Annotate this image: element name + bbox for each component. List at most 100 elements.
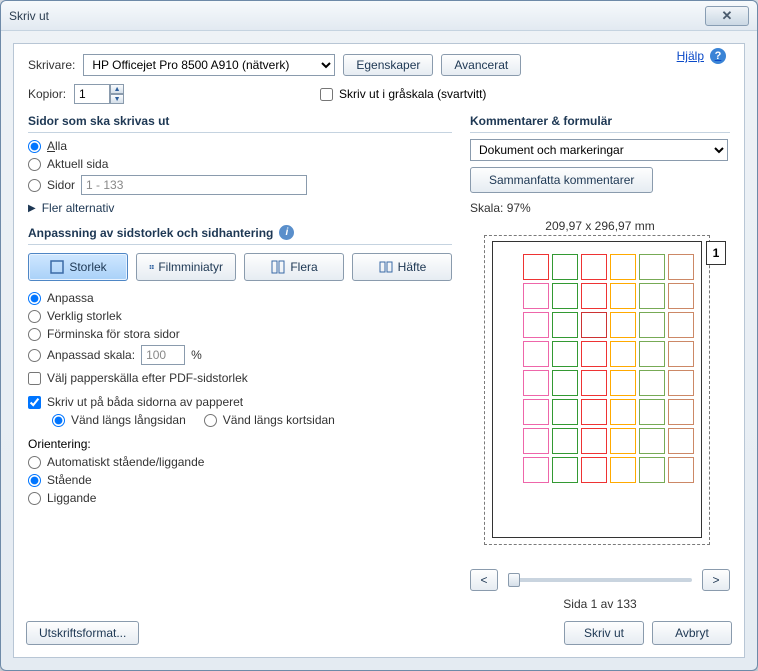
pages-range-radio[interactable] [28,179,41,192]
sizing-section-title: Anpassning av sidstorlek och sidhanterin… [28,225,452,245]
summarize-comments-button[interactable]: Sammanfatta kommentarer [470,167,653,193]
preview-page-of: Sida 1 av 133 [470,597,730,611]
orientation-label: Orientering: [28,437,452,451]
window-close-button[interactable]: ✕ [705,6,749,26]
preview-prev-button[interactable]: < [470,569,498,591]
preview-icon-cell [639,341,665,367]
preview-icon-cell [639,254,665,280]
multiple-tab[interactable]: Flera [244,253,344,281]
help-link[interactable]: Hjälp? [677,48,726,64]
pages-all-label: Alla [47,139,67,153]
pages-current-radio[interactable] [28,158,41,171]
preview-icon-cell [668,312,694,338]
preview-icon-cell [639,457,665,483]
preview-icon-cell [581,312,607,338]
scale-value: 97% [507,201,531,215]
preview-icon-cell [552,399,578,425]
preview-icon-cell [668,370,694,396]
preview-icon-cell [581,399,607,425]
preview-icon-cell [610,457,636,483]
comments-select[interactable]: Dokument och markeringar [470,139,728,161]
copies-up[interactable]: ▲ [110,84,124,94]
page-setup-button[interactable]: Utskriftsformat... [26,621,139,645]
preview-icon-cell [523,457,549,483]
copies-down[interactable]: ▼ [110,94,124,104]
preview-icon-cell [552,428,578,454]
preview-icon-cell [581,341,607,367]
close-icon: ✕ [722,8,733,24]
orient-landscape-radio[interactable] [28,492,41,505]
preview-icon-cell [523,370,549,396]
preview-icon-cell [668,399,694,425]
preview-icon-cell [523,254,549,280]
pages-range-input[interactable] [81,175,307,195]
more-options-toggle[interactable]: ▶Fler alternativ [28,201,452,215]
preview-icon-cell [668,283,694,309]
preview-next-button[interactable]: > [702,569,730,591]
pages-all-radio[interactable] [28,140,41,153]
print-button[interactable]: Skriv ut [564,621,644,645]
print-preview: 1 [470,237,730,563]
percent-label: % [191,348,202,362]
shrink-radio[interactable] [28,328,41,341]
preview-icon-cell [581,283,607,309]
preview-icon-cell [610,428,636,454]
pages-section-title: Sidor som ska skrivas ut [28,114,452,133]
orient-portrait-radio[interactable] [28,474,41,487]
preview-icon-cell [610,370,636,396]
preview-icon-cell [552,457,578,483]
duplex-check[interactable]: Skriv ut på båda sidorna av papperet [28,395,243,409]
preview-icon-cell [639,399,665,425]
preview-icon-cell [552,312,578,338]
copies-spinner[interactable]: ▲ ▼ [74,84,124,104]
properties-button[interactable]: Egenskaper [343,54,433,76]
preview-icon-cell [581,254,607,280]
preview-icon-cell [668,341,694,367]
preview-icon-cell [523,341,549,367]
preview-icon-cell [523,312,549,338]
flip-long-radio[interactable] [52,414,65,427]
comments-section-title: Kommentarer & formulär [470,114,730,133]
preview-icon-cell [610,341,636,367]
booklet-tab[interactable]: Häfte [352,253,452,281]
preview-icon-cell [581,457,607,483]
flip-short-radio[interactable] [204,414,217,427]
preview-icon-cell [668,254,694,280]
scale-label: Skala: [470,201,503,215]
preview-icon-cell [639,370,665,396]
custom-scale-radio[interactable] [28,349,41,362]
preview-icon-cell [610,399,636,425]
fit-radio[interactable] [28,292,41,305]
custom-scale-input[interactable] [141,345,185,365]
preview-icon-cell [552,254,578,280]
chevron-right-icon: ▶ [28,203,36,214]
preview-slider[interactable] [508,578,692,582]
printer-label: Skrivare: [28,58,75,72]
printer-select[interactable]: HP Officejet Pro 8500 A910 (nätverk) [83,54,335,76]
preview-icon-cell [639,283,665,309]
preview-icon-cell [639,312,665,338]
preview-icon-cell [523,283,549,309]
preview-icon-cell [552,341,578,367]
preview-icon-cell [523,399,549,425]
preview-icon-cell [552,283,578,309]
size-tab[interactable]: Storlek [28,253,128,281]
pages-current-label: Aktuell sida [47,157,108,171]
actual-radio[interactable] [28,310,41,323]
cancel-button[interactable]: Avbryt [652,621,732,645]
help-icon: ? [710,48,726,64]
advanced-button[interactable]: Avancerat [441,54,521,76]
preview-icon-cell [552,370,578,396]
preview-icon-cell [610,283,636,309]
copies-input[interactable] [74,84,110,104]
grayscale-check[interactable]: Skriv ut i gråskala (svartvitt) [320,87,486,101]
preview-icon-cell [639,428,665,454]
preview-icon-cell [610,312,636,338]
preview-icon-cell [668,428,694,454]
preview-icon-cell [581,370,607,396]
preview-page-number: 1 [706,241,726,265]
thumbnail-tab[interactable]: Filmminiatyr [136,253,236,281]
pages-range-label: Sidor [47,178,75,192]
orient-auto-radio[interactable] [28,456,41,469]
paper-source-check[interactable]: Välj papperskälla efter PDF-sidstorlek [28,371,248,385]
